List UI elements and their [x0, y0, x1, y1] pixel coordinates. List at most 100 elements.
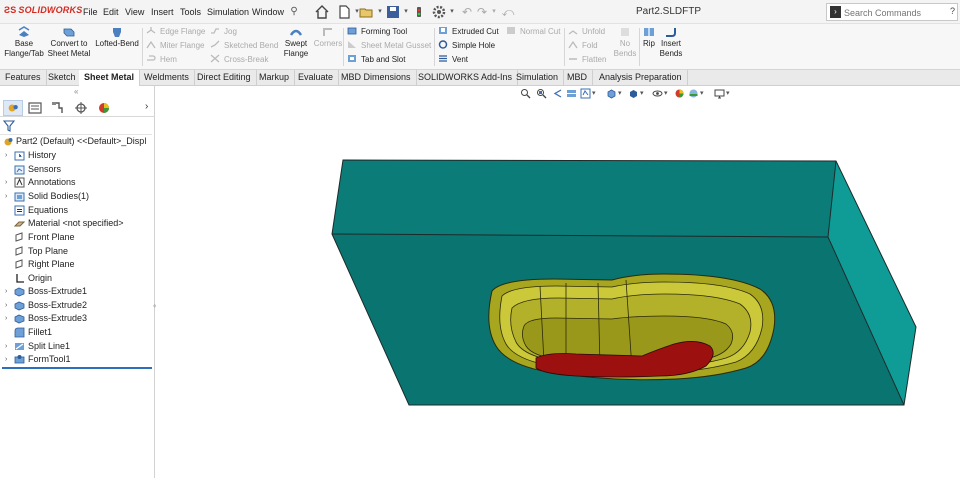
tree-item-origin[interactable]: Origin: [0, 272, 153, 285]
tree-item-equations[interactable]: Equations: [0, 204, 153, 217]
configuration-manager-tab-icon[interactable]: [48, 100, 68, 116]
sheet-metal-gusset-button[interactable]: Sheet Metal Gusset: [347, 39, 431, 53]
help-icon[interactable]: ?: [950, 6, 955, 16]
hem-button[interactable]: Hem: [146, 53, 177, 67]
undo-icon[interactable]: ↶: [459, 4, 475, 20]
tab-analysis-preparation[interactable]: Analysis Preparation: [594, 70, 688, 86]
rollback-bar[interactable]: [2, 367, 152, 369]
simple-hole-button[interactable]: Simple Hole: [438, 39, 495, 53]
tab-mbd-dimensions[interactable]: MBD Dimensions: [336, 70, 417, 86]
convert-to-sheet-metal-button[interactable]: Convert to Sheet Metal: [47, 24, 91, 68]
corners-button[interactable]: Corners: [312, 24, 344, 68]
tab-and-slot-button[interactable]: Tab and Slot: [347, 53, 405, 67]
options-dropdown-icon[interactable]: ▾: [444, 4, 460, 20]
tree-item-solid-bodies[interactable]: › Solid Bodies(1): [0, 190, 153, 203]
menu-insert[interactable]: Insert: [151, 7, 174, 17]
tree-item-material[interactable]: Material <not specified>: [0, 217, 153, 230]
section-view-icon[interactable]: [566, 88, 577, 99]
rebuild-icon[interactable]: ⤺: [500, 4, 516, 20]
previous-view-icon[interactable]: [552, 88, 563, 99]
expand-arrow-icon[interactable]: ›: [5, 190, 7, 203]
insert-bends-button[interactable]: Insert Bends: [658, 24, 684, 68]
display-manager-tab-icon[interactable]: [94, 100, 114, 116]
print-icon[interactable]: [411, 4, 427, 20]
tree-item-history[interactable]: › History: [0, 149, 153, 162]
rip-button[interactable]: Rip: [641, 24, 657, 68]
expand-arrow-icon[interactable]: ›: [5, 353, 7, 366]
jog-button[interactable]: Jog: [210, 25, 237, 39]
tab-mbd[interactable]: MBD: [562, 70, 593, 86]
tree-item-split-line1[interactable]: › Split Line1: [0, 340, 153, 353]
dynamic-annotation-icon[interactable]: [580, 88, 591, 99]
feature-manager-tab-icon[interactable]: [3, 100, 23, 116]
extruded-cut-button[interactable]: Extruded Cut: [438, 25, 499, 39]
expand-arrow-icon[interactable]: ›: [5, 176, 7, 189]
search-commands-box[interactable]: › ?: [826, 3, 958, 21]
tab-features[interactable]: Features: [0, 70, 47, 86]
menu-view[interactable]: View: [125, 7, 144, 17]
menu-window[interactable]: Window: [252, 7, 284, 17]
hide-show-items-icon[interactable]: [652, 88, 663, 99]
tab-markup[interactable]: Markup: [254, 70, 296, 86]
tree-item-fillet1[interactable]: Fillet1: [0, 326, 153, 339]
unfold-button[interactable]: Unfold: [568, 25, 605, 39]
tree-item-annotations[interactable]: › Annotations: [0, 176, 153, 189]
more-tabs-chevron-icon[interactable]: ›: [145, 101, 148, 112]
display-style-icon[interactable]: [628, 88, 639, 99]
menu-edit[interactable]: Edit: [103, 7, 119, 17]
fold-button[interactable]: Fold: [568, 39, 598, 53]
tab-sheet-metal[interactable]: Sheet Metal: [79, 70, 141, 86]
base-flange-tab-button[interactable]: Base Flange/Tab: [4, 24, 44, 68]
miter-flange-button[interactable]: Miter Flange: [146, 39, 204, 53]
vent-button[interactable]: Vent: [438, 53, 468, 67]
sketched-bend-button[interactable]: Sketched Bend: [210, 39, 278, 53]
dimxpert-manager-tab-icon[interactable]: [71, 100, 91, 116]
expand-arrow-icon[interactable]: ›: [5, 149, 7, 162]
swept-flange-button[interactable]: Swept Flange: [281, 24, 311, 68]
zoom-to-fit-icon[interactable]: [520, 88, 531, 99]
normal-cut-button[interactable]: Normal Cut: [506, 25, 560, 39]
expand-arrow-icon[interactable]: ›: [5, 299, 7, 312]
3d-model-view[interactable]: [156, 86, 960, 478]
view-orientation-icon[interactable]: [606, 88, 617, 99]
tab-weldments[interactable]: Weldments: [139, 70, 195, 86]
tree-item-formtool1[interactable]: › FormTool1: [0, 353, 153, 366]
view-dropdown-icon[interactable]: ▾: [592, 88, 603, 99]
cross-break-button[interactable]: Cross-Break: [210, 53, 268, 67]
forming-tool-button[interactable]: Forming Tool: [347, 25, 407, 39]
tree-item-right-plane[interactable]: Right Plane: [0, 258, 153, 271]
expand-arrow-icon[interactable]: ›: [5, 312, 7, 325]
menu-file[interactable]: File: [83, 7, 98, 17]
tree-item-boss-extrude1[interactable]: › Boss-Extrude1: [0, 285, 153, 298]
view-settings-monitor-icon[interactable]: [714, 88, 725, 99]
display-dropdown-icon[interactable]: ▾: [640, 88, 651, 99]
edge-flange-button[interactable]: Edge Flange: [146, 25, 205, 39]
tree-root-part[interactable]: Part2 (Default) <<Default>_Displ: [0, 135, 153, 148]
view-settings-dropdown-icon[interactable]: ▾: [726, 88, 737, 99]
no-bends-button[interactable]: No Bends: [612, 24, 638, 68]
pin-icon[interactable]: ⚲: [286, 4, 302, 20]
graphics-area[interactable]: ▾ ▾ ▾ ▾ ▾ ▾: [156, 86, 960, 478]
expand-arrow-icon[interactable]: ›: [5, 340, 7, 353]
tree-item-boss-extrude2[interactable]: › Boss-Extrude2: [0, 299, 153, 312]
tab-evaluate[interactable]: Evaluate: [293, 70, 340, 86]
search-commands-input[interactable]: [844, 6, 944, 19]
flatten-button[interactable]: Flatten: [568, 53, 606, 67]
tab-direct-editing[interactable]: Direct Editing: [192, 70, 257, 86]
tab-solidworks-add-ins[interactable]: SOLIDWORKS Add-Ins: [413, 70, 519, 86]
zoom-to-area-icon[interactable]: [536, 88, 547, 99]
lofted-bend-button[interactable]: Lofted-Bend: [95, 24, 139, 68]
tab-simulation[interactable]: Simulation: [511, 70, 565, 86]
expand-arrow-icon[interactable]: ›: [5, 285, 7, 298]
tab-sketch[interactable]: Sketch: [43, 70, 82, 86]
tree-item-sensors[interactable]: Sensors: [0, 163, 153, 176]
property-manager-tab-icon[interactable]: [25, 100, 45, 116]
collapse-panel-icon[interactable]: «: [74, 87, 78, 96]
tree-item-top-plane[interactable]: Top Plane: [0, 245, 153, 258]
apply-scene-icon[interactable]: [688, 88, 699, 99]
edit-appearance-icon[interactable]: [674, 88, 685, 99]
filter-icon[interactable]: [3, 120, 15, 132]
solidworks-logo[interactable]: ƧS SOLIDWORKS: [4, 5, 82, 15]
home-icon[interactable]: [314, 4, 330, 20]
scene-dropdown-icon[interactable]: ▾: [700, 88, 711, 99]
